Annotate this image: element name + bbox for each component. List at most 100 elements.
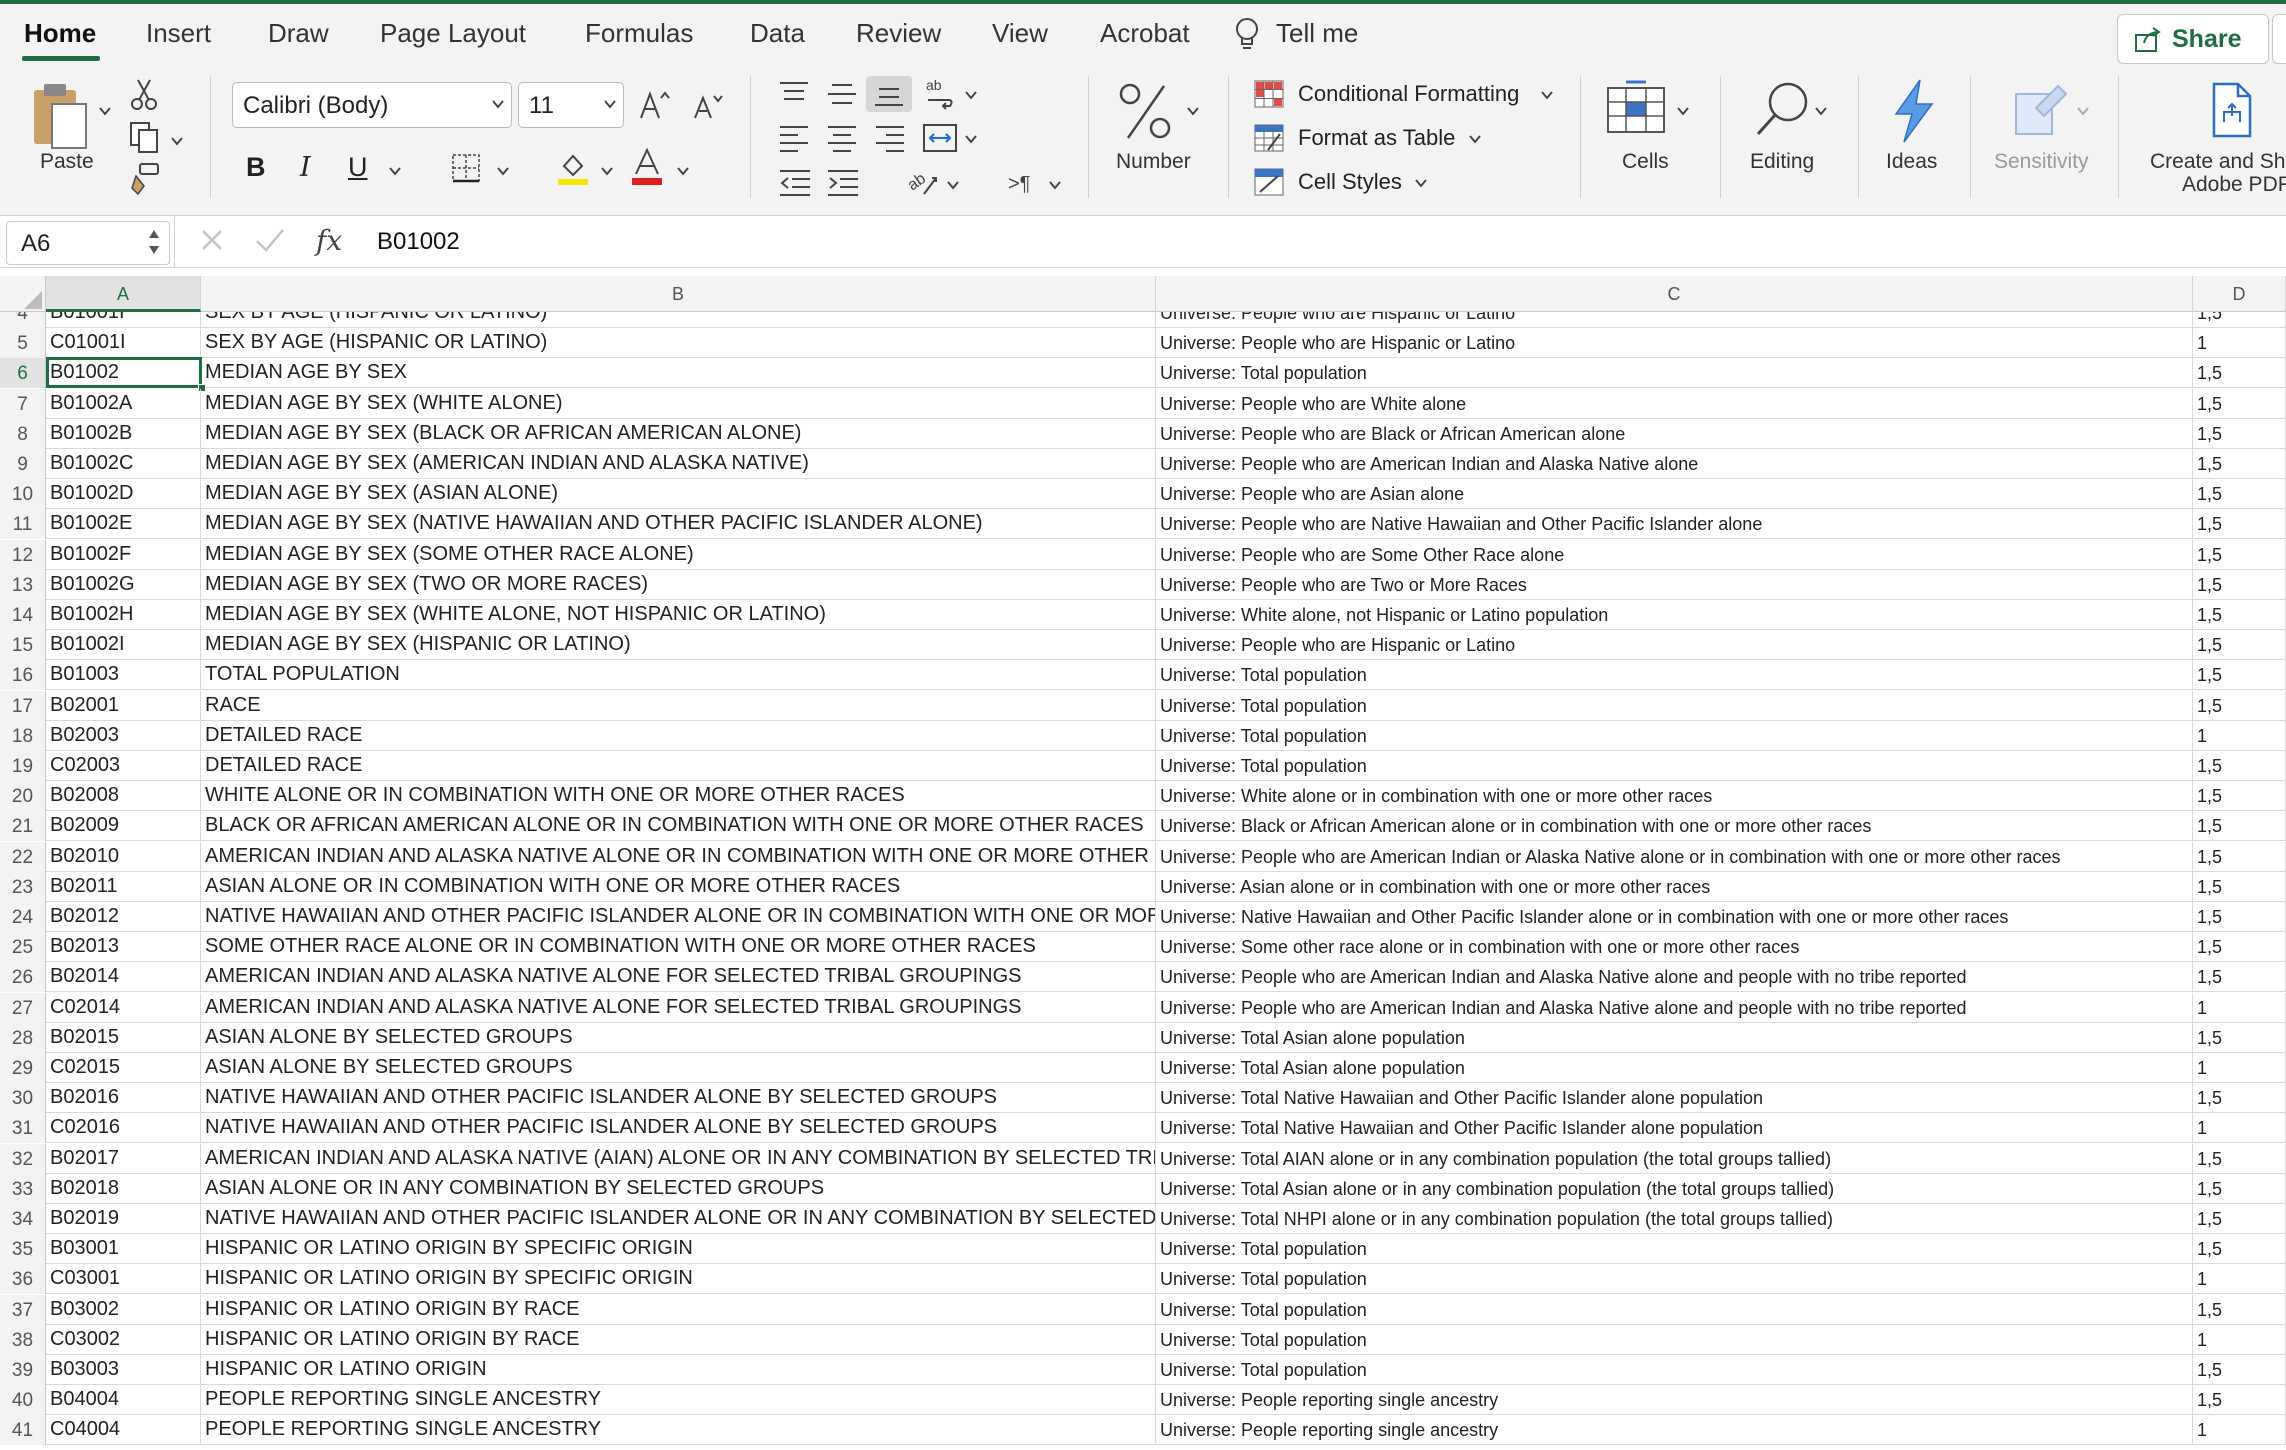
bold-button[interactable]: B [246, 152, 266, 183]
cell-b[interactable]: MEDIAN AGE BY SEX (ASIAN ALONE) [201, 479, 1156, 510]
cell-c[interactable]: Universe: People who are Black or Africa… [1156, 418, 2193, 449]
name-box[interactable]: A6 [6, 221, 170, 265]
cell-c[interactable]: Universe: People who are American Indian… [1156, 841, 2193, 872]
cell-d[interactable]: 1,5 [2193, 1355, 2286, 1385]
merge-center-icon[interactable] [922, 122, 958, 154]
cell-b[interactable]: HISPANIC OR LATINO ORIGIN BY RACE [201, 1324, 1156, 1355]
align-middle-icon[interactable] [826, 80, 858, 108]
merge-chevron-icon[interactable] [964, 132, 978, 146]
cell-c[interactable]: Universe: Total population [1156, 751, 2193, 781]
cell-c[interactable]: Universe: Total Native Hawaiian and Othe… [1156, 1113, 2193, 1144]
formula-input[interactable]: B01002 [377, 228, 460, 256]
wrap-text-chevron-icon[interactable] [964, 88, 978, 102]
tell-me-search[interactable]: Tell me [1276, 18, 1358, 49]
decrease-indent-icon[interactable] [778, 168, 812, 196]
cell-b[interactable]: BLACK OR AFRICAN AMERICAN ALONE OR IN CO… [201, 811, 1156, 842]
increase-indent-icon[interactable] [826, 168, 860, 196]
increase-font-size-icon[interactable] [638, 88, 672, 122]
editing-chevron-icon[interactable] [1814, 104, 1828, 118]
cell-a[interactable]: B04004 [46, 1385, 201, 1416]
row-header[interactable]: 41 [0, 1415, 46, 1446]
cell-b[interactable]: WHITE ALONE OR IN COMBINATION WITH ONE O… [201, 781, 1156, 812]
cell-a[interactable]: C03002 [46, 1324, 201, 1355]
column-header-c[interactable]: C [1156, 276, 2193, 312]
row-header[interactable]: 6 [0, 358, 46, 389]
cell-d[interactable]: 1,5 [2193, 690, 2286, 721]
cell-b[interactable]: AMERICAN INDIAN AND ALASKA NATIVE ALONE … [201, 962, 1156, 993]
cell-c[interactable]: Universe: White alone or in combination … [1156, 781, 2193, 812]
cell-a[interactable]: C04004 [46, 1415, 201, 1446]
cell-b[interactable]: HISPANIC OR LATINO ORIGIN [201, 1355, 1156, 1385]
cell-b[interactable]: SEX BY AGE (HISPANIC OR LATINO) [201, 312, 1156, 328]
cell-a[interactable]: B03003 [46, 1355, 201, 1385]
cell-c[interactable]: Universe: Total NHPI alone or in any com… [1156, 1204, 2193, 1234]
percent-icon[interactable] [1118, 82, 1174, 142]
column-header-d[interactable]: D [2193, 276, 2286, 312]
cell-c[interactable]: Universe: Total population [1156, 358, 2193, 389]
cell-d[interactable]: 1,5 [2193, 781, 2286, 812]
cells-label[interactable]: Cells [1622, 150, 1669, 174]
tab-insert[interactable]: Insert [146, 18, 211, 49]
cell-a[interactable]: B02017 [46, 1143, 201, 1174]
cell-d[interactable]: 1,5 [2193, 358, 2286, 389]
cell-c[interactable]: Universe: People who are American Indian… [1156, 962, 2193, 993]
align-right-icon[interactable] [874, 124, 906, 152]
cell-b[interactable]: PEOPLE REPORTING SINGLE ANCESTRY [201, 1385, 1156, 1416]
row-header[interactable]: 23 [0, 871, 46, 902]
cell-a[interactable]: B02015 [46, 1022, 201, 1053]
cell-d[interactable]: 1,5 [2193, 449, 2286, 479]
cell-d[interactable]: 1,5 [2193, 902, 2286, 932]
cell-d[interactable]: 1,5 [2193, 630, 2286, 661]
cell-b[interactable]: MEDIAN AGE BY SEX (WHITE ALONE) [201, 388, 1156, 419]
cell-c[interactable]: Universe: People who are Hispanic or Lat… [1156, 328, 2193, 359]
font-name-dropdown[interactable]: Calibri (Body) [232, 82, 512, 128]
cell-b[interactable]: MEDIAN AGE BY SEX (HISPANIC OR LATINO) [201, 630, 1156, 661]
lightning-icon[interactable] [1886, 78, 1940, 144]
insert-function-button[interactable]: fx [316, 224, 342, 257]
borders-icon[interactable] [450, 152, 482, 184]
row-header[interactable]: 4 [0, 312, 46, 328]
cell-b[interactable]: AMERICAN INDIAN AND ALASKA NATIVE ALONE … [201, 841, 1156, 872]
cell-b[interactable]: AMERICAN INDIAN AND ALASKA NATIVE ALONE … [201, 992, 1156, 1023]
cell-d[interactable]: 1,5 [2193, 660, 2286, 691]
cell-b[interactable]: ASIAN ALONE BY SELECTED GROUPS [201, 1022, 1156, 1053]
text-direction-icon[interactable]: >¶ [1006, 168, 1040, 196]
cell-c[interactable]: Universe: People who are Native Hawaiian… [1156, 509, 2193, 540]
comments-button[interactable] [2272, 14, 2286, 64]
fill-color-icon[interactable] [556, 150, 590, 186]
cell-b[interactable]: NATIVE HAWAIIAN AND OTHER PACIFIC ISLAND… [201, 1204, 1156, 1234]
cell-d[interactable]: 1,5 [2193, 479, 2286, 510]
cell-b[interactable]: NATIVE HAWAIIAN AND OTHER PACIFIC ISLAND… [201, 902, 1156, 932]
cell-c[interactable]: Universe: People who are Some Other Race… [1156, 539, 2193, 570]
cell-c[interactable]: Universe: People reporting single ancest… [1156, 1385, 2193, 1416]
copy-icon[interactable] [128, 120, 162, 154]
cell-c[interactable]: Universe: Total population [1156, 1264, 2193, 1295]
cell-a[interactable]: C01001I [46, 328, 201, 359]
cell-c[interactable]: Universe: Native Hawaiian and Other Paci… [1156, 902, 2193, 932]
tab-home[interactable]: Home [24, 18, 96, 49]
tab-page-layout[interactable]: Page Layout [380, 18, 526, 49]
create-pdf-label-line2[interactable]: Adobe PDF [2182, 173, 2286, 197]
select-all-corner[interactable] [0, 276, 46, 312]
cell-c[interactable]: Universe: Total population [1156, 1324, 2193, 1355]
cell-b[interactable]: MEDIAN AGE BY SEX (SOME OTHER RACE ALONE… [201, 539, 1156, 570]
row-header[interactable]: 37 [0, 1294, 46, 1325]
row-header[interactable]: 28 [0, 1022, 46, 1053]
cell-d[interactable]: 1,5 [2193, 1204, 2286, 1234]
cell-c[interactable]: Universe: People reporting single ancest… [1156, 1415, 2193, 1446]
cell-a[interactable]: B01002B [46, 418, 201, 449]
align-center-icon[interactable] [826, 124, 858, 152]
cell-d[interactable]: 1 [2193, 1113, 2286, 1144]
cell-b[interactable]: ASIAN ALONE OR IN ANY COMBINATION BY SEL… [201, 1173, 1156, 1204]
cell-c[interactable]: Universe: People who are American Indian… [1156, 449, 2193, 479]
cell-a[interactable]: B02019 [46, 1204, 201, 1234]
cell-b[interactable]: SEX BY AGE (HISPANIC OR LATINO) [201, 328, 1156, 359]
cell-b[interactable]: MEDIAN AGE BY SEX (NATIVE HAWAIIAN AND O… [201, 509, 1156, 540]
align-left-icon[interactable] [778, 124, 810, 152]
format-as-table-button[interactable]: Format as Table [1298, 125, 1455, 151]
cell-c[interactable]: Universe: Black or African American alon… [1156, 811, 2193, 842]
cell-b[interactable]: ASIAN ALONE BY SELECTED GROUPS [201, 1053, 1156, 1083]
cell-d[interactable]: 1,5 [2193, 811, 2286, 842]
row-header[interactable]: 17 [0, 690, 46, 721]
cell-a[interactable]: B01002 [46, 358, 201, 389]
